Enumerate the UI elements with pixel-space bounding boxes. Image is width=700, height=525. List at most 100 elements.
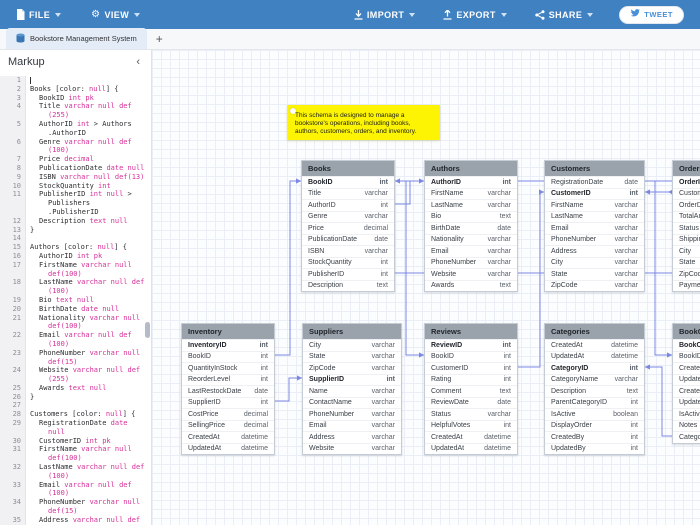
code-line[interactable]: 1 bbox=[0, 76, 151, 85]
code-line[interactable]: (255) bbox=[0, 111, 151, 120]
table-field-row[interactable]: HelpfulVotes int bbox=[425, 419, 517, 432]
table-field-row[interactable]: Email varchar bbox=[545, 222, 644, 234]
table-field-row[interactable]: BookIDint bbox=[302, 176, 394, 188]
table-field-row[interactable]: ParentCategoryID int bbox=[545, 396, 644, 409]
share-menu[interactable]: SHARE bbox=[535, 10, 594, 20]
table-field-row[interactable]: IsActiveboolean bbox=[673, 408, 700, 420]
code-line[interactable]: 29 RegistrationDate date bbox=[0, 419, 151, 428]
code-line[interactable]: 34 PhoneNumber varchar null bbox=[0, 498, 151, 508]
table-field-row[interactable]: SupplierID int bbox=[182, 396, 274, 409]
code-line[interactable]: 5 AuthorID int > Authors bbox=[0, 119, 151, 129]
markup-code-editor[interactable]: 1 2 Books [color: null] {3 BookID int pk 4 Ti… bbox=[0, 76, 151, 525]
table-field-row[interactable]: Website varchar bbox=[303, 442, 401, 455]
table-header[interactable]: Customers bbox=[545, 161, 644, 176]
diagram-canvas[interactable]: This schema is designed to manage a book… bbox=[152, 50, 700, 525]
table-field-row[interactable]: RegistrationDate date bbox=[545, 176, 644, 188]
table-field-row[interactable]: OrderDatedate bbox=[673, 199, 700, 211]
table-field-row[interactable]: UpdatedByint bbox=[673, 396, 700, 409]
table-field-row[interactable]: Cityvarchar bbox=[303, 339, 401, 351]
table-header[interactable]: Reviews bbox=[425, 324, 517, 339]
table-field-row[interactable]: CreatedAtdatetime bbox=[425, 431, 517, 443]
table-field-row[interactable]: CreatedAtdatetime bbox=[545, 339, 644, 351]
table-field-row[interactable]: PhoneNumber varchar bbox=[303, 408, 401, 420]
code-line[interactable]: 3 BookID int pk bbox=[0, 93, 151, 103]
code-line[interactable]: (255) bbox=[0, 375, 151, 384]
code-line[interactable]: 35 Address varchar null def bbox=[0, 515, 151, 525]
export-menu[interactable]: EXPORT bbox=[443, 9, 507, 20]
editor-scrollbar[interactable] bbox=[145, 322, 150, 338]
table-field-row[interactable]: Awards text bbox=[425, 279, 517, 292]
table-field-row[interactable]: CreatedAtdatetime bbox=[673, 362, 700, 374]
table-field-row[interactable]: DisplayOrder int bbox=[545, 419, 644, 432]
code-line[interactable]: def(100) bbox=[0, 322, 151, 332]
code-line[interactable]: 9 ISBN varchar null def(13) bbox=[0, 172, 151, 182]
code-line[interactable]: .PublisherID bbox=[0, 207, 151, 217]
table-field-row[interactable]: CategoryName varchar bbox=[545, 373, 644, 386]
code-line[interactable]: def(100) bbox=[0, 454, 151, 464]
table-field-row[interactable]: ZipCode varchar bbox=[303, 362, 401, 374]
table-field-row[interactable]: Comment text bbox=[425, 385, 517, 397]
table-field-row[interactable]: Description text bbox=[545, 385, 644, 397]
code-line[interactable]: def(15) bbox=[0, 357, 151, 367]
table-field-row[interactable]: SupplierID int bbox=[303, 373, 401, 386]
table-field-row[interactable]: InventoryID int bbox=[182, 339, 274, 351]
table-field-row[interactable]: Bio text bbox=[425, 210, 517, 223]
table-field-row[interactable]: CreatedByint bbox=[673, 385, 700, 397]
code-line[interactable]: 18 LastName varchar null def bbox=[0, 278, 151, 288]
table-field-row[interactable]: Description text bbox=[302, 279, 394, 292]
code-line[interactable]: 6 Genre varchar null def bbox=[0, 137, 151, 147]
code-line[interactable]: 12 Description text null bbox=[0, 216, 151, 226]
table-field-row[interactable]: ShippingAddressvarchar bbox=[673, 233, 700, 246]
code-line[interactable]: 26} bbox=[0, 392, 151, 402]
code-line[interactable]: def(15) bbox=[0, 507, 151, 516]
table-header[interactable]: Authors bbox=[425, 161, 517, 176]
table-field-row[interactable]: BirthDate date bbox=[425, 222, 517, 234]
table-field-row[interactable]: ZipCode varchar bbox=[545, 279, 644, 292]
table-header[interactable]: BookCategories bbox=[673, 324, 700, 339]
table-field-row[interactable]: PhoneNumber varchar bbox=[425, 256, 517, 269]
table-field-row[interactable]: Cityvarchar bbox=[673, 245, 700, 257]
table-field-row[interactable]: UpdatedAt datetime bbox=[425, 442, 517, 455]
table-field-row[interactable]: CreatedAtdatetime bbox=[182, 431, 274, 443]
table-field-row[interactable]: Notestext bbox=[673, 419, 700, 432]
schema-note[interactable]: This schema is designed to manage a book… bbox=[287, 105, 440, 140]
table-field-row[interactable]: CustomerIDint bbox=[673, 187, 700, 200]
entity-table-reviews[interactable]: Reviews ReviewID int BookID int CustomerID int… bbox=[424, 323, 518, 455]
table-field-row[interactable]: UpdatedAt datetime bbox=[545, 350, 644, 363]
code-line[interactable]: (100) bbox=[0, 471, 151, 481]
file-menu[interactable]: FILE bbox=[16, 9, 62, 20]
table-field-row[interactable]: Name varchar bbox=[303, 385, 401, 397]
table-field-row[interactable]: AuthorID int bbox=[425, 176, 517, 188]
entity-table-books[interactable]: Books BookID int Title varchar AuthorID int Gen… bbox=[301, 160, 395, 292]
table-field-row[interactable]: Address varchar bbox=[545, 245, 644, 257]
table-header[interactable]: Suppliers bbox=[303, 324, 401, 339]
table-field-row[interactable]: Rating int bbox=[425, 373, 517, 386]
code-line[interactable]: 21 Nationality varchar null bbox=[0, 313, 151, 323]
table-field-row[interactable]: Nationality varchar bbox=[425, 233, 517, 246]
table-field-row[interactable]: BookIDint bbox=[673, 350, 700, 363]
table-field-row[interactable]: PaymentMethodvarchar bbox=[673, 279, 700, 292]
code-line[interactable]: def(100) bbox=[0, 269, 151, 279]
table-field-row[interactable]: ReorderLevel int bbox=[182, 373, 274, 386]
code-line[interactable]: (100) bbox=[0, 489, 151, 499]
table-field-row[interactable]: StockQuantity int bbox=[302, 256, 394, 269]
code-line[interactable]: 7 Price decimal bbox=[0, 155, 151, 164]
table-field-row[interactable]: Address varchar bbox=[303, 431, 401, 443]
table-field-row[interactable]: Title varchar bbox=[302, 187, 394, 200]
code-line[interactable]: 19 Bio text null bbox=[0, 295, 151, 305]
table-field-row[interactable]: CostPrice decimal bbox=[182, 408, 274, 420]
table-field-row[interactable]: UpdatedAt datetime bbox=[182, 442, 274, 455]
code-line[interactable]: (100) bbox=[0, 146, 151, 156]
table-field-row[interactable]: ContactName varchar bbox=[303, 396, 401, 409]
table-field-row[interactable]: IsActiveboolean bbox=[545, 408, 644, 420]
tab-bookstore-management-system[interactable]: Bookstore Management System bbox=[6, 28, 147, 49]
code-line[interactable]: 14 bbox=[0, 234, 151, 244]
table-field-row[interactable]: UpdatedByint bbox=[545, 442, 644, 455]
code-line[interactable]: 33 Email varchar null def bbox=[0, 480, 151, 490]
entity-table-orders[interactable]: OrdersOrderIDintCustomerIDintOrderDateda… bbox=[672, 160, 700, 292]
table-field-row[interactable]: State varchar bbox=[545, 268, 644, 280]
code-line[interactable]: 30 CustomerID int pk bbox=[0, 436, 151, 446]
table-field-row[interactable]: Email varchar bbox=[425, 245, 517, 257]
entity-table-suppliers[interactable]: Suppliers City varchar State varchar ZipCode v… bbox=[302, 323, 402, 455]
code-line[interactable]: 10 StockQuantity int bbox=[0, 181, 151, 191]
